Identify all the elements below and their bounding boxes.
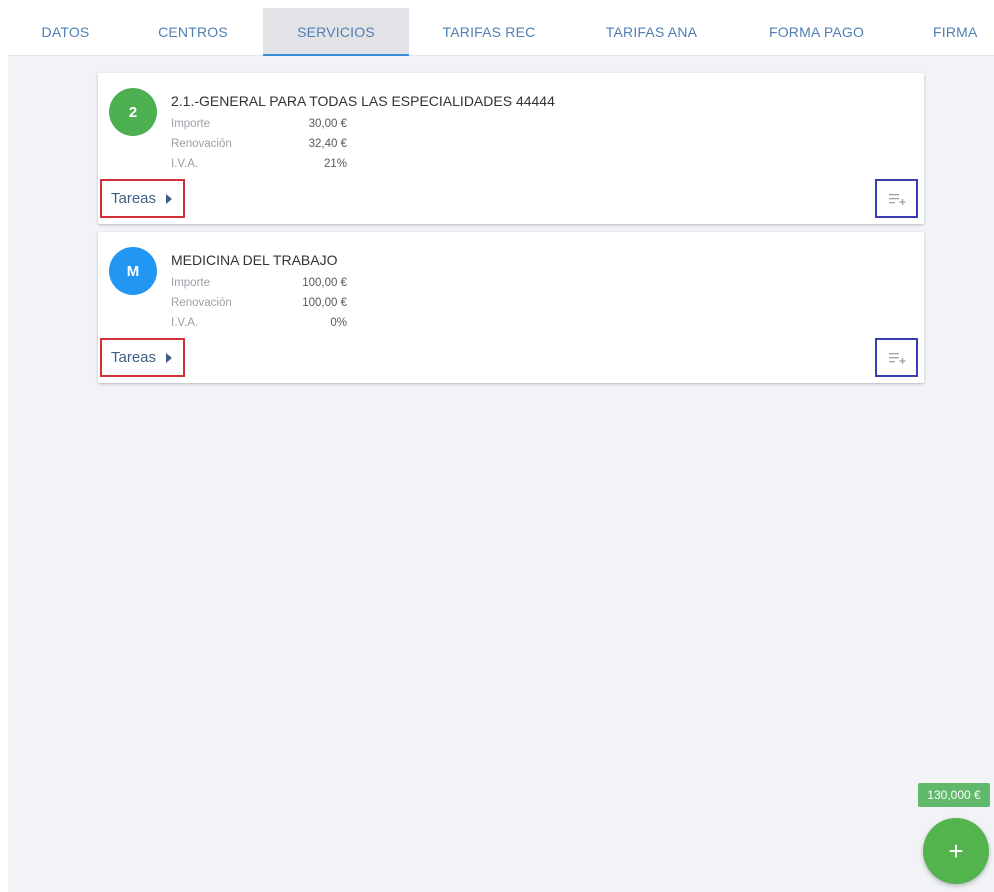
detail-value: 30,00 € [308, 118, 347, 130]
detail-row-renovacion: Renovación 32,40 € [171, 138, 347, 154]
add-task-button[interactable] [875, 338, 918, 377]
detail-row-importe: Importe 30,00 € [171, 118, 347, 134]
detail-value: 100,00 € [302, 297, 347, 309]
detail-label: Renovación [171, 138, 232, 150]
detail-value: 0% [330, 317, 347, 329]
service-title: 2.1.-GENERAL PARA TODAS LAS ESPECIALIDAD… [171, 93, 555, 109]
total-badge: 130,000 € [918, 783, 990, 807]
detail-label: I.V.A. [171, 158, 199, 170]
detail-value: 100,00 € [302, 277, 347, 289]
service-card: M MEDICINA DEL TRABAJO Importe 100,00 € … [98, 232, 924, 383]
detail-label: Importe [171, 277, 210, 289]
tasks-label: Tareas [111, 190, 157, 207]
tasks-button[interactable]: Tareas [100, 338, 185, 377]
service-avatar: M [109, 247, 157, 295]
tab-servicios[interactable]: SERVICIOS [263, 8, 409, 56]
tab-bar: DATOS CENTROS SERVICIOS TARIFAS REC TARI… [8, 8, 994, 56]
detail-row-importe: Importe 100,00 € [171, 277, 347, 293]
add-task-button[interactable] [875, 179, 918, 218]
detail-value: 32,40 € [308, 138, 347, 150]
detail-row-iva: I.V.A. 0% [171, 317, 347, 333]
service-card: 2 2.1.-GENERAL PARA TODAS LAS ESPECIALID… [98, 73, 924, 224]
tab-tarifas-ana[interactable]: TARIFAS ANA [569, 8, 734, 55]
detail-value: 21% [323, 158, 347, 170]
playlist-add-icon [888, 352, 905, 364]
plus-icon: + [948, 836, 964, 866]
app-container: DATOS CENTROS SERVICIOS TARIFAS REC TARI… [8, 8, 994, 892]
detail-label: Renovación [171, 297, 232, 309]
tab-centros[interactable]: CENTROS [123, 8, 263, 55]
caret-right-icon [166, 352, 173, 363]
detail-row-renovacion: Renovación 100,00 € [171, 297, 347, 313]
detail-label: I.V.A. [171, 317, 199, 329]
tasks-button[interactable]: Tareas [100, 179, 185, 218]
playlist-add-icon [888, 193, 905, 205]
tab-tarifas-rec[interactable]: TARIFAS REC [409, 8, 569, 55]
service-avatar: 2 [109, 88, 157, 136]
tab-firma[interactable]: FIRMA [899, 8, 994, 55]
detail-label: Importe [171, 118, 210, 130]
tab-forma-pago[interactable]: FORMA PAGO [734, 8, 899, 55]
add-service-fab[interactable]: + [923, 818, 989, 884]
service-title: MEDICINA DEL TRABAJO [171, 252, 338, 268]
detail-row-iva: I.V.A. 21% [171, 158, 347, 174]
caret-right-icon [166, 193, 173, 204]
tab-datos[interactable]: DATOS [8, 8, 123, 55]
tasks-label: Tareas [111, 349, 157, 366]
